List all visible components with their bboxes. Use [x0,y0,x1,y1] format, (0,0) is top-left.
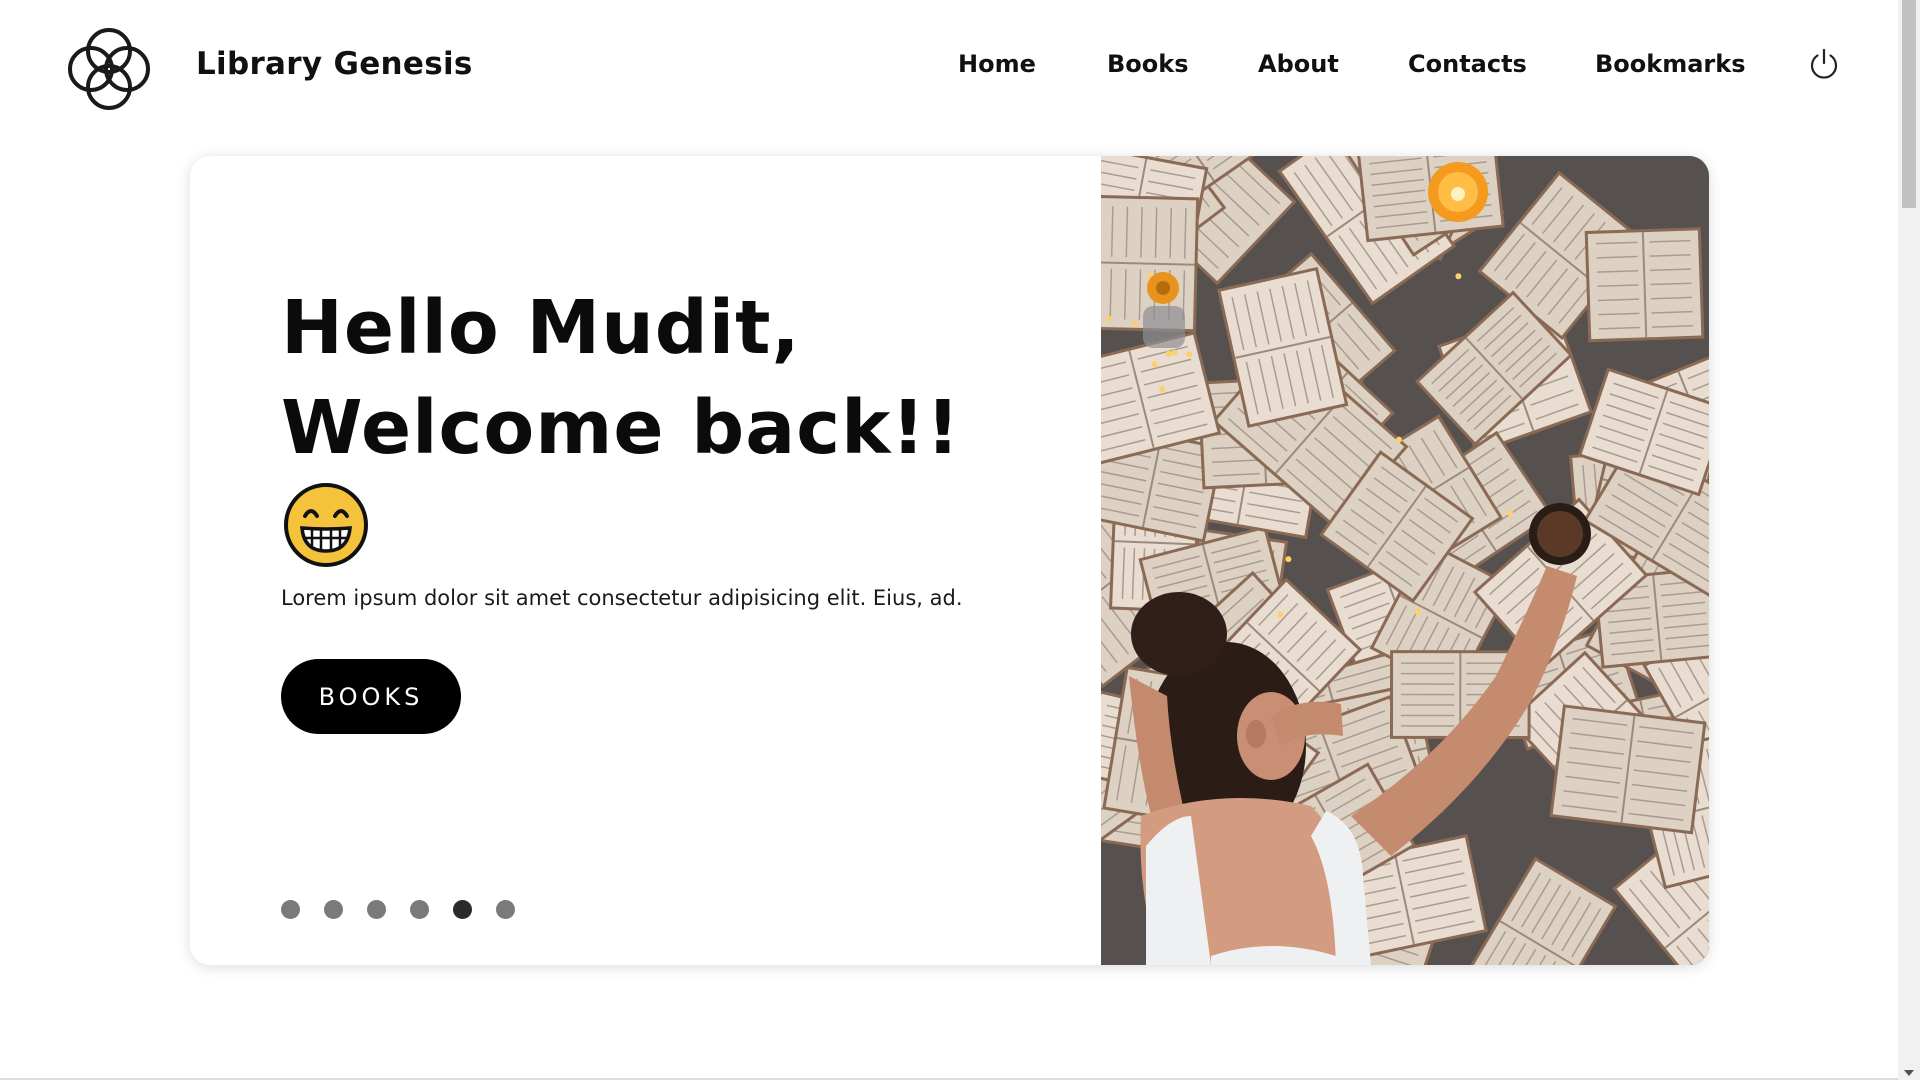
slide-dot-2[interactable] [324,900,343,919]
books-button[interactable]: BOOKS [281,659,461,734]
four-rings-logo-icon[interactable] [58,18,160,120]
greeting-line-1: Hello Mudit, [281,285,801,371]
scrollbar-thumb[interactable] [1902,0,1916,208]
nav-about-link[interactable]: About [1258,50,1339,78]
nav-contacts-link[interactable]: Contacts [1408,50,1527,78]
brand-name[interactable]: Library Genesis [196,46,473,82]
welcome-description: Lorem ipsum dolor sit amet consectetur a… [281,586,963,610]
welcome-hero-card: Hello Mudit, Welcome back!! Lorem ipsum … [190,156,1709,965]
power-icon[interactable] [1806,46,1842,82]
nav-bookmarks-link[interactable]: Bookmarks [1595,50,1746,78]
top-navbar: Library Genesis Home Books About Contact… [0,0,1898,140]
slide-dot-6[interactable] [496,900,515,919]
slide-dot-5-active[interactable] [453,900,472,919]
slide-dot-4[interactable] [410,900,429,919]
greeting-line-2: Welcome back!! [281,385,961,471]
page: Library Genesis Home Books About Contact… [0,0,1920,1080]
open-books-photo [1101,156,1709,965]
hero-text: Hello Mudit, Welcome back!! Lorem ipsum … [281,278,1041,610]
vertical-scrollbar[interactable] [1898,0,1920,1080]
scroll-down-arrow-icon[interactable] [1904,1070,1914,1076]
slide-dot-1[interactable] [281,900,300,919]
nav-home-link[interactable]: Home [958,50,1036,78]
slide-dot-3[interactable] [367,900,386,919]
grinning-face-icon [284,483,368,567]
nav-books-link[interactable]: Books [1107,50,1189,78]
